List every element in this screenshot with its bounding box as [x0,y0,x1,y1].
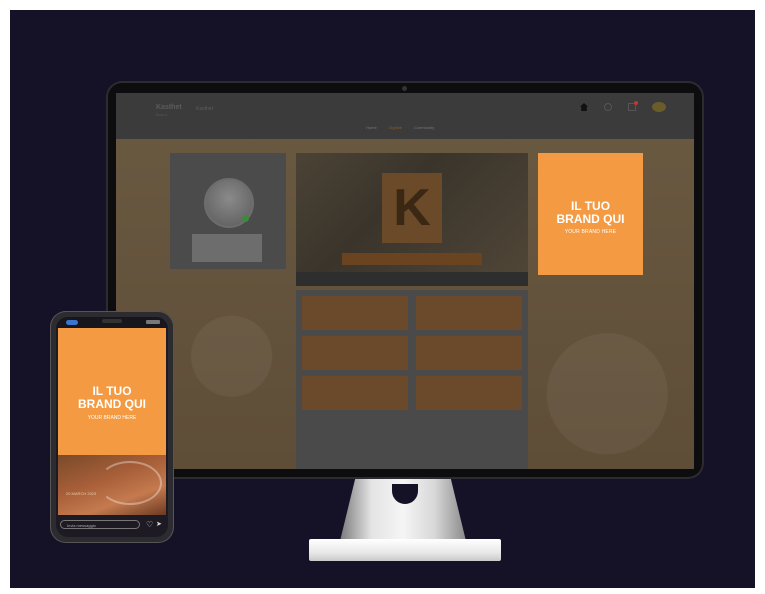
home-icon[interactable] [580,103,588,111]
site-header: Kasthet Brand Kasthet Home Digitale Comm… [116,93,694,139]
desktop-screen: Kasthet Brand Kasthet Home Digitale Comm… [116,93,694,469]
menu-button-2[interactable] [416,296,522,330]
showcase-frame: Kasthet Brand Kasthet Home Digitale Comm… [10,10,755,588]
main-nav: Home Digitale Community [366,125,434,130]
header-icons [580,101,666,112]
nav-item-digitale[interactable]: Digitale [389,125,402,130]
send-icon[interactable]: ➤ [156,521,162,529]
phone-notch [102,319,122,323]
menu-button-3[interactable] [302,336,408,370]
menu-grid [296,290,528,469]
logo-text: Kasthet [156,104,182,111]
site-logo[interactable]: Kasthet Brand [156,104,182,118]
profile-name-box [192,234,262,262]
heart-icon[interactable]: ♡ [146,521,153,529]
swirl-decoration [98,461,162,505]
avatar-icon[interactable] [652,102,666,112]
monitor-base [309,539,501,561]
brand-placeholder-desktop: IL TUO BRAND QUI YOUR BRAND HERE [538,153,643,275]
breadcrumb[interactable]: Kasthet [196,106,213,112]
breadcrumb-label: Kasthet [196,106,213,112]
logo-subtext: Brand [156,112,167,117]
story-image: 20 MARCH 2023 [58,455,166,515]
message-input[interactable]: Invia messaggio [60,520,140,529]
signal-icon [146,320,160,324]
brand-title: IL TUO BRAND QUI [556,198,625,226]
online-status-icon [242,215,249,222]
menu-button-6[interactable] [416,376,522,410]
phone-status-bar [56,317,168,328]
brand-placeholder-phone: IL TUO BRAND QUI YOUR BRAND HERE [58,328,166,455]
brand-title-text: IL TUO BRAND QUI [556,198,625,226]
phone-brand-subtitle: YOUR BRAND HERE [87,414,137,421]
story-date: 20 MARCH 2023 [66,491,97,496]
search-icon[interactable] [604,103,612,111]
mobile-phone: IL TUO BRAND QUI YOUR BRAND HERE 20 MARC… [50,311,174,543]
k-logo-icon: K [382,173,442,243]
menu-button-1[interactable] [302,296,408,330]
nav-item-home[interactable]: Home [366,125,377,130]
time-pill-icon [66,320,78,325]
cart-icon[interactable] [628,101,638,111]
profile-card [170,153,286,269]
hero-banner: K [296,153,528,286]
phone-screen: IL TUO BRAND QUI YOUR BRAND HERE 20 MARC… [56,317,168,537]
nav-item-community[interactable]: Community [414,125,434,130]
hero-strip [296,272,528,286]
menu-button-4[interactable] [416,336,522,370]
menu-button-5[interactable] [302,376,408,410]
brand-subtitle: YOUR BRAND HERE [564,228,617,235]
phone-brand-title: IL TUO BRAND QUI [78,383,146,411]
hero-cta-button[interactable] [342,253,482,265]
desktop-monitor: Kasthet Brand Kasthet Home Digitale Comm… [106,81,704,479]
camera-icon [402,86,407,91]
